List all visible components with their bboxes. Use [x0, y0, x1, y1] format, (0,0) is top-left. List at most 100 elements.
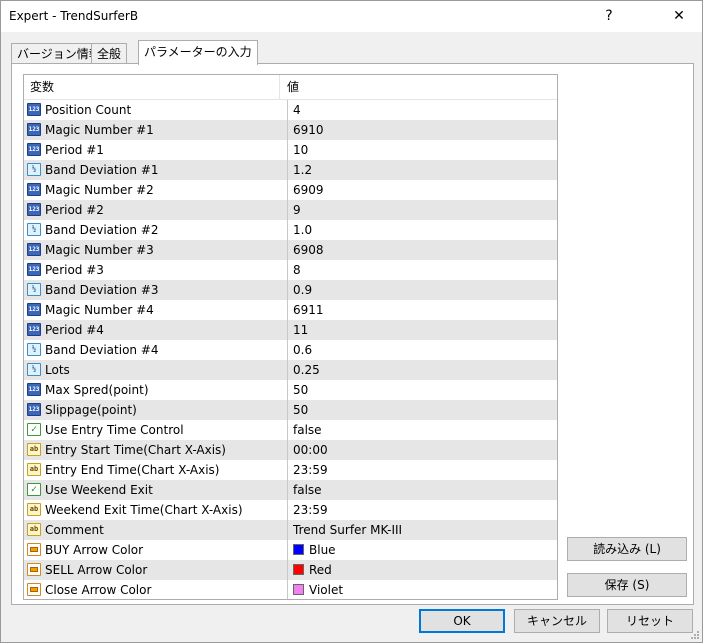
param-name-cell[interactable]: 123 Period #3: [24, 260, 288, 280]
table-row[interactable]: 123 Magic Number #3 6908: [24, 240, 557, 260]
column-header-variable[interactable]: 変数: [24, 75, 280, 99]
param-name-cell[interactable]: ½ Band Deviation #2: [24, 220, 288, 240]
ok-button[interactable]: OK: [419, 609, 505, 633]
int-param-icon: 123: [27, 103, 41, 116]
param-name-cell[interactable]: SELL Arrow Color: [24, 560, 288, 580]
string-param-icon: ab: [27, 523, 41, 536]
table-row[interactable]: ✓ Use Weekend Exit false: [24, 480, 557, 500]
int-param-icon: 123: [27, 383, 41, 396]
param-value-cell[interactable]: Trend Surfer MK-III: [288, 520, 557, 540]
tab-general[interactable]: 全般: [91, 43, 128, 63]
param-name-cell[interactable]: 123 Magic Number #4: [24, 300, 288, 320]
param-name-cell[interactable]: ✓ Use Weekend Exit: [24, 480, 288, 500]
param-value-cell[interactable]: 10: [288, 140, 557, 160]
table-row[interactable]: ½ Band Deviation #3 0.9: [24, 280, 557, 300]
table-row[interactable]: SELL Arrow Color Red: [24, 560, 557, 580]
help-button[interactable]: ?: [586, 1, 632, 32]
param-name-cell[interactable]: BUY Arrow Color: [24, 540, 288, 560]
param-value-cell[interactable]: Blue: [288, 540, 557, 560]
param-name-cell[interactable]: ab Comment: [24, 520, 288, 540]
param-name: SELL Arrow Color: [45, 563, 148, 577]
tab-input-parameters[interactable]: パラメーターの入力: [138, 40, 258, 65]
grid-rows: 123 Position Count 4 123 Magic Number #1 6910…: [24, 100, 557, 599]
load-button[interactable]: 読み込み (L): [567, 537, 687, 561]
param-value-cell[interactable]: 6911: [288, 300, 557, 320]
table-row[interactable]: 123 Period #2 9: [24, 200, 557, 220]
table-row[interactable]: 123 Slippage(point) 50: [24, 400, 557, 420]
resize-grip-icon[interactable]: [690, 630, 700, 640]
param-name: Close Arrow Color: [45, 583, 152, 597]
param-name-cell[interactable]: 123 Magic Number #2: [24, 180, 288, 200]
param-name-cell[interactable]: ab Weekend Exit Time(Chart X-Axis): [24, 500, 288, 520]
param-name-cell[interactable]: 123 Max Spred(point): [24, 380, 288, 400]
param-value-cell[interactable]: 11: [288, 320, 557, 340]
int-param-icon: 123: [27, 143, 41, 156]
table-row[interactable]: 123 Period #1 10: [24, 140, 557, 160]
param-value-cell[interactable]: 6909: [288, 180, 557, 200]
param-name-cell[interactable]: ½ Band Deviation #4: [24, 340, 288, 360]
param-value-cell[interactable]: 6908: [288, 240, 557, 260]
param-name-cell[interactable]: 123 Period #2: [24, 200, 288, 220]
param-value-cell[interactable]: 1.2: [288, 160, 557, 180]
param-value-cell[interactable]: 0.9: [288, 280, 557, 300]
param-name-cell[interactable]: ✓ Use Entry Time Control: [24, 420, 288, 440]
param-value-cell[interactable]: 23:59: [288, 460, 557, 480]
param-value-cell[interactable]: 0.25: [288, 360, 557, 380]
table-row[interactable]: ½ Band Deviation #1 1.2: [24, 160, 557, 180]
param-name-cell[interactable]: 123 Magic Number #1: [24, 120, 288, 140]
param-value-cell[interactable]: 50: [288, 400, 557, 420]
table-row[interactable]: 123 Period #3 8: [24, 260, 557, 280]
table-row[interactable]: ✓ Use Entry Time Control false: [24, 420, 557, 440]
table-row[interactable]: 123 Magic Number #4 6911: [24, 300, 557, 320]
param-name-cell[interactable]: ab Entry Start Time(Chart X-Axis): [24, 440, 288, 460]
table-row[interactable]: 123 Max Spred(point) 50: [24, 380, 557, 400]
param-name-cell[interactable]: 123 Slippage(point): [24, 400, 288, 420]
table-row[interactable]: Close Arrow Color Violet: [24, 580, 557, 599]
param-name-cell[interactable]: Close Arrow Color: [24, 580, 288, 599]
table-row[interactable]: 123 Magic Number #2 6909: [24, 180, 557, 200]
param-name-cell[interactable]: 123 Magic Number #3: [24, 240, 288, 260]
save-button[interactable]: 保存 (S): [567, 573, 687, 597]
table-row[interactable]: 123 Period #4 11: [24, 320, 557, 340]
table-row[interactable]: ½ Lots 0.25: [24, 360, 557, 380]
reset-button[interactable]: リセット: [607, 609, 693, 633]
table-row[interactable]: 123 Magic Number #1 6910: [24, 120, 557, 140]
table-row[interactable]: BUY Arrow Color Blue: [24, 540, 557, 560]
param-value-cell[interactable]: 8: [288, 260, 557, 280]
table-row[interactable]: ½ Band Deviation #2 1.0: [24, 220, 557, 240]
string-param-icon: ab: [27, 443, 41, 456]
table-row[interactable]: ab Entry End Time(Chart X-Axis) 23:59: [24, 460, 557, 480]
param-name-cell[interactable]: 123 Position Count: [24, 100, 288, 120]
param-value-cell[interactable]: 1.0: [288, 220, 557, 240]
close-button[interactable]: ✕: [656, 1, 702, 32]
double-param-icon: ½: [27, 363, 41, 376]
param-name-cell[interactable]: ½ Lots: [24, 360, 288, 380]
param-value: Trend Surfer MK-III: [293, 523, 403, 537]
param-value-cell[interactable]: 6910: [288, 120, 557, 140]
param-name-cell[interactable]: 123 Period #1: [24, 140, 288, 160]
param-value: false: [293, 423, 322, 437]
param-value-cell[interactable]: 4: [288, 100, 557, 120]
table-row[interactable]: ½ Band Deviation #4 0.6: [24, 340, 557, 360]
param-name-cell[interactable]: ½ Band Deviation #3: [24, 280, 288, 300]
param-value-cell[interactable]: 23:59: [288, 500, 557, 520]
param-value-cell[interactable]: 00:00: [288, 440, 557, 460]
table-row[interactable]: ab Weekend Exit Time(Chart X-Axis) 23:59: [24, 500, 557, 520]
table-row[interactable]: 123 Position Count 4: [24, 100, 557, 120]
column-header-value[interactable]: 値: [281, 75, 557, 99]
title-bar[interactable]: Expert - TrendSurferB ? ✕: [1, 1, 702, 32]
param-value-cell[interactable]: 50: [288, 380, 557, 400]
param-value-cell[interactable]: 9: [288, 200, 557, 220]
param-value-cell[interactable]: Violet: [288, 580, 557, 599]
param-value-cell[interactable]: Red: [288, 560, 557, 580]
param-value-cell[interactable]: false: [288, 420, 557, 440]
param-name-cell[interactable]: ab Entry End Time(Chart X-Axis): [24, 460, 288, 480]
table-row[interactable]: ab Entry Start Time(Chart X-Axis) 00:00: [24, 440, 557, 460]
param-name: Band Deviation #1: [45, 163, 159, 177]
param-name-cell[interactable]: 123 Period #4: [24, 320, 288, 340]
param-value-cell[interactable]: 0.6: [288, 340, 557, 360]
cancel-button[interactable]: キャンセル: [514, 609, 600, 633]
param-name-cell[interactable]: ½ Band Deviation #1: [24, 160, 288, 180]
table-row[interactable]: ab Comment Trend Surfer MK-III: [24, 520, 557, 540]
param-value-cell[interactable]: false: [288, 480, 557, 500]
